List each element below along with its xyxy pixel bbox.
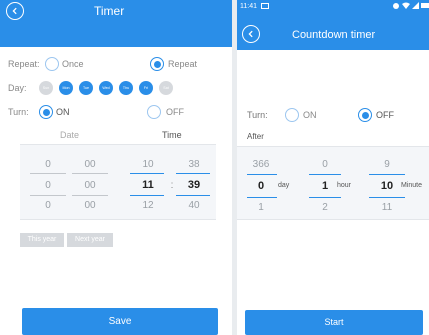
picker-day-next: 00 (84, 200, 96, 211)
picker-hour-selected[interactable]: 1 (315, 180, 335, 192)
this-year-button[interactable]: This year (20, 233, 64, 247)
battery-icon (421, 3, 429, 8)
turn-off-radio[interactable] (358, 108, 372, 122)
repeat-label: Repeat: (8, 59, 40, 69)
turn-off-label: OFF (166, 107, 184, 117)
chevron-left-icon (12, 7, 17, 15)
repeat-once-label: Once (62, 59, 84, 69)
timer-header: Timer (0, 0, 232, 47)
picker-month-prev: 0 (45, 159, 51, 170)
wifi-icon (402, 2, 410, 11)
picker-hour-next: 2 (322, 202, 328, 213)
picker-minute-selected[interactable]: 39 (182, 179, 206, 191)
day-unit-label: day (278, 182, 290, 189)
countdown-header: 11:41 Countdown timer (237, 0, 429, 50)
picker-divider (309, 174, 341, 175)
picker-day-prev: 00 (84, 159, 96, 170)
picker-divider (247, 197, 277, 198)
repeat-repeat-radio[interactable] (150, 57, 164, 71)
picker-day-next: 1 (258, 202, 264, 213)
picker-month-selected[interactable]: 0 (38, 180, 58, 191)
start-button[interactable]: Start (245, 310, 423, 335)
picker-divider (369, 174, 405, 175)
picker-minute-prev: 38 (188, 159, 200, 170)
picker-hour-prev: 0 (322, 159, 328, 170)
status-bar: 11:41 (237, 0, 429, 18)
countdown-screen: 11:41 Countdown timer Turn: ON OFF After… (237, 0, 429, 335)
picker-minute-next: 11 (381, 202, 393, 213)
time-header: Time (162, 130, 182, 140)
turn-off-label: OFF (376, 110, 394, 120)
day-chip-fri[interactable]: Fri (139, 81, 153, 95)
turn-on-radio[interactable] (39, 105, 53, 119)
timer-screen: Timer Repeat: Once Repeat Day: Sun Mon T… (0, 0, 232, 335)
chevron-left-icon (248, 30, 253, 38)
turn-on-label: ON (56, 107, 70, 117)
day-label: Day: (8, 83, 27, 93)
alarm-icon (393, 3, 399, 9)
picker-divider (247, 174, 277, 175)
page-title: Timer (94, 4, 125, 18)
save-button[interactable]: Save (22, 308, 218, 335)
picker-divider (72, 173, 108, 174)
notification-icon (261, 3, 269, 9)
day-chip-sat[interactable]: Sat (159, 81, 173, 95)
picker-minute-next: 40 (188, 200, 200, 211)
turn-label: Turn: (247, 110, 268, 120)
turn-on-label: ON (303, 110, 317, 120)
minute-unit-label: Minute (401, 182, 423, 189)
day-chip-mon[interactable]: Mon (59, 81, 73, 95)
picker-divider (176, 195, 210, 196)
picker-divider (309, 197, 341, 198)
picker-month-next: 0 (45, 200, 51, 211)
status-time: 11:41 (240, 3, 257, 10)
picker-day-prev: 366 (252, 159, 270, 170)
day-chip-thu[interactable]: Thu (119, 81, 133, 95)
day-chip-tue[interactable]: Tue (79, 81, 93, 95)
hour-unit-label: hour (337, 182, 352, 189)
picker-day-selected[interactable]: 0 (249, 180, 273, 192)
date-header: Date (60, 130, 80, 140)
day-chip-wed[interactable]: Wed (99, 81, 113, 95)
picker-divider (72, 195, 108, 196)
picker-hour-prev: 10 (142, 159, 154, 170)
after-label: After (247, 132, 264, 141)
repeat-once-radio[interactable] (45, 57, 59, 71)
picker-divider (30, 173, 66, 174)
picker-divider (130, 173, 164, 174)
page-title: Countdown timer (292, 29, 376, 41)
picker-minute-selected[interactable]: 10 (375, 180, 399, 192)
day-chip-sun[interactable]: Sun (39, 81, 53, 95)
back-button[interactable] (242, 25, 260, 43)
turn-on-radio[interactable] (285, 108, 299, 122)
picker-divider (369, 197, 405, 198)
picker-divider (30, 195, 66, 196)
picker-hour-selected[interactable]: 11 (136, 179, 160, 191)
picker-divider (130, 195, 164, 196)
time-separator: : (170, 180, 174, 191)
next-year-button[interactable]: Next year (67, 233, 113, 247)
signal-icon (412, 2, 419, 11)
picker-minute-prev: 9 (384, 159, 390, 170)
picker-day-selected[interactable]: 00 (80, 180, 100, 191)
picker-divider (176, 173, 210, 174)
repeat-repeat-label: Repeat (168, 59, 198, 69)
picker-hour-next: 12 (142, 200, 154, 211)
back-button[interactable] (6, 2, 24, 20)
turn-off-radio[interactable] (147, 105, 161, 119)
turn-label: Turn: (8, 107, 29, 117)
